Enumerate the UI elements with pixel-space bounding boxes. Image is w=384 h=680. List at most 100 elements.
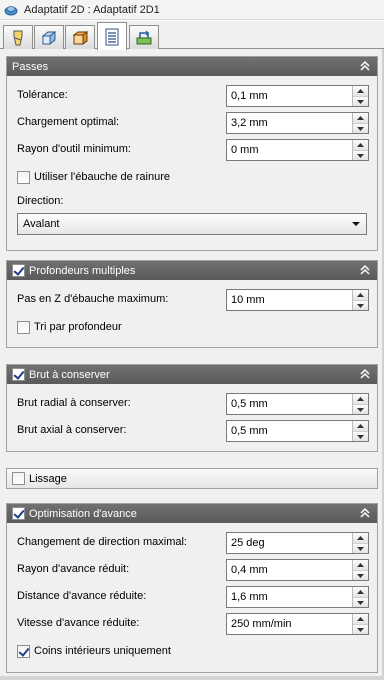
max-direction-change-value[interactable]: 25 deg	[231, 537, 265, 549]
reduced-feed-distance-label: Distance d'avance réduite:	[17, 590, 147, 602]
optimal-load-label: Chargement optimal:	[17, 116, 120, 128]
spin-up-button[interactable]	[353, 140, 368, 150]
reduced-feedrate-field[interactable]: 250 mm/min	[226, 613, 369, 635]
geometry-icon	[41, 30, 57, 45]
tolerance-value[interactable]: 0,1 mm	[231, 90, 268, 102]
spin-down-button[interactable]	[353, 150, 368, 160]
tool-icon	[13, 30, 23, 45]
spin-down-button[interactable]	[353, 300, 368, 310]
reduced-feed-radius-label: Rayon d'avance réduit:	[17, 563, 130, 575]
slot-clearing-option[interactable]: Utiliser l'ébauche de rainure	[17, 169, 170, 185]
smoothing-group-title: Lissage	[29, 472, 67, 485]
optimal-load-field[interactable]: 3,2 mm	[226, 112, 369, 134]
caret-up-icon	[357, 590, 364, 594]
min-tool-radius-field[interactable]: 0 mm	[226, 139, 369, 161]
tab-geometry[interactable]	[34, 25, 64, 49]
collapse-icon[interactable]	[359, 368, 371, 380]
max-direction-change-row: Changement de direction maximal: 25 deg	[17, 532, 369, 554]
caret-up-icon	[357, 563, 364, 567]
caret-down-icon	[357, 407, 364, 412]
reduced-feed-radius-field[interactable]: 0,4 mm	[226, 559, 369, 581]
feed-optimization-group-header[interactable]: Optimisation d'avance	[7, 504, 377, 523]
adaptive-app-icon	[4, 5, 18, 15]
caret-down-icon	[357, 126, 364, 131]
caret-down-icon	[357, 434, 364, 439]
reduced-feed-radius-row: Rayon d'avance réduit: 0,4 mm	[17, 559, 369, 581]
spin-down-button[interactable]	[353, 543, 368, 553]
tab-strip	[0, 21, 384, 50]
max-stepdown-label: Pas en Z d'ébauche maximum:	[17, 293, 169, 305]
caret-up-icon	[357, 89, 364, 93]
axial-stock-field[interactable]: 0,5 mm	[226, 420, 369, 442]
tab-linking[interactable]	[129, 25, 159, 49]
chevron-down-icon	[352, 222, 360, 226]
spin-down-button[interactable]	[353, 624, 368, 634]
heights-icon	[72, 30, 89, 45]
optimal-load-value[interactable]: 3,2 mm	[231, 117, 268, 129]
passes-group-header[interactable]: Passes	[7, 57, 377, 76]
caret-up-icon	[357, 617, 364, 621]
inner-corners-option[interactable]: Coins intérieurs uniquement	[17, 643, 171, 659]
max-stepdown-value[interactable]: 10 mm	[231, 294, 265, 306]
spin-up-button[interactable]	[353, 86, 368, 96]
reduced-feed-radius-value[interactable]: 0,4 mm	[231, 564, 268, 576]
smoothing-group-header[interactable]: Lissage	[7, 469, 377, 488]
spin-down-button[interactable]	[353, 597, 368, 607]
inner-corners-label: Coins intérieurs uniquement	[34, 645, 171, 657]
spin-up-button[interactable]	[353, 533, 368, 543]
collapse-icon[interactable]	[359, 60, 371, 72]
reduced-feedrate-value[interactable]: 250 mm/min	[231, 618, 292, 630]
feed-optimization-checkbox[interactable]	[12, 507, 25, 520]
passes-group-title: Passes	[12, 60, 49, 73]
radial-stock-value[interactable]: 0,5 mm	[231, 398, 268, 410]
max-stepdown-field[interactable]: 10 mm	[226, 289, 369, 311]
stock-to-leave-checkbox[interactable]	[12, 368, 25, 381]
caret-up-icon	[357, 424, 364, 428]
collapse-icon[interactable]	[359, 264, 371, 276]
window-title: Adaptatif 2D : Adaptatif 2D1	[24, 3, 160, 16]
tab-heights[interactable]	[65, 25, 95, 49]
min-tool-radius-row: Rayon d'outil minimum: 0 mm	[17, 139, 369, 161]
min-tool-radius-value[interactable]: 0 mm	[231, 144, 259, 156]
max-direction-change-field[interactable]: 25 deg	[226, 532, 369, 554]
spin-down-button[interactable]	[353, 96, 368, 106]
min-tool-radius-label: Rayon d'outil minimum:	[17, 143, 131, 155]
spin-up-button[interactable]	[353, 394, 368, 404]
stock-to-leave-group-header[interactable]: Brut à conserver	[7, 365, 377, 384]
order-by-depth-checkbox[interactable]	[17, 320, 30, 334]
spin-up-button[interactable]	[353, 290, 368, 300]
tab-tool[interactable]	[3, 25, 33, 49]
spin-up-button[interactable]	[353, 113, 368, 123]
direction-select[interactable]: Avalant	[17, 213, 367, 235]
reduced-feed-distance-field[interactable]: 1,6 mm	[226, 586, 369, 608]
spin-up-button[interactable]	[353, 560, 368, 570]
passes-icon	[105, 28, 119, 45]
spin-down-button[interactable]	[353, 123, 368, 133]
axial-stock-value[interactable]: 0,5 mm	[231, 425, 268, 437]
spin-down-button[interactable]	[353, 404, 368, 414]
reduced-feed-distance-value[interactable]: 1,6 mm	[231, 591, 268, 603]
radial-stock-label: Brut radial à conserver:	[17, 397, 131, 409]
radial-stock-field[interactable]: 0,5 mm	[226, 393, 369, 415]
spin-down-button[interactable]	[353, 570, 368, 580]
stock-to-leave-group-title: Brut à conserver	[29, 368, 110, 381]
spin-up-button[interactable]	[353, 614, 368, 624]
tolerance-row: Tolérance: 0,1 mm	[17, 85, 369, 107]
caret-down-icon	[357, 573, 364, 578]
axial-stock-label: Brut axial à conserver:	[17, 424, 127, 436]
stock-to-leave-group: Brut à conserver Brut radial à conserver…	[6, 364, 378, 452]
slot-clearing-checkbox[interactable]	[17, 170, 30, 184]
collapse-icon[interactable]	[359, 507, 371, 519]
order-by-depth-option[interactable]: Tri par profondeur	[17, 319, 122, 335]
spin-down-button[interactable]	[353, 431, 368, 441]
multiple-depths-checkbox[interactable]	[12, 264, 25, 277]
tab-passes[interactable]	[97, 22, 127, 50]
inner-corners-checkbox[interactable]	[17, 644, 30, 658]
spin-up-button[interactable]	[353, 587, 368, 597]
tolerance-field[interactable]: 0,1 mm	[226, 85, 369, 107]
spin-up-button[interactable]	[353, 421, 368, 431]
smoothing-checkbox[interactable]	[12, 472, 25, 485]
direction-value: Avalant	[23, 218, 60, 230]
multiple-depths-group-header[interactable]: Profondeurs multiples	[7, 261, 377, 280]
caret-down-icon	[357, 600, 364, 605]
